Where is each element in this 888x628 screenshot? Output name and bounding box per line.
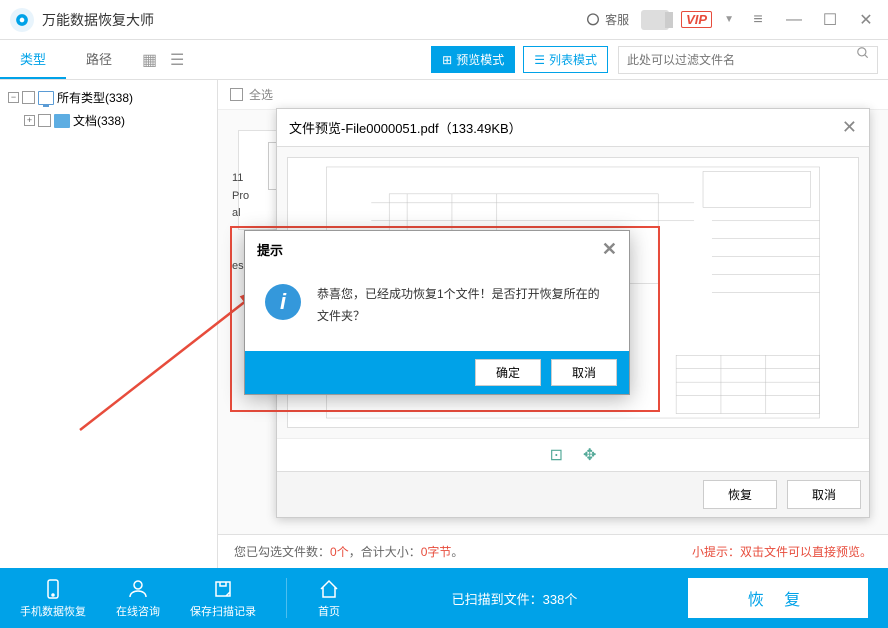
footer: 手机数据恢复 在线咨询 保存扫描记录 首页 已扫描到文件：338个 恢 复 [0, 568, 888, 628]
confirm-cancel-button[interactable]: 取消 [551, 359, 617, 386]
online-consult-button[interactable]: 在线咨询 [116, 577, 160, 619]
menu-button[interactable]: ≡ [746, 8, 770, 32]
list-icon: ☰ [534, 53, 545, 67]
recover-button[interactable]: 恢 复 [688, 578, 868, 618]
save-scan-button[interactable]: 保存扫描记录 [190, 577, 256, 619]
divider [286, 578, 287, 618]
close-button[interactable]: ✕ [854, 8, 878, 32]
app-icon [10, 8, 34, 32]
confirm-footer: 确定 取消 [245, 351, 629, 394]
confirm-title: 提示 [257, 240, 283, 259]
confirm-header: 提示 ✕ [245, 231, 629, 268]
confirm-close-button[interactable]: ✕ [602, 239, 617, 260]
grid-view-icon[interactable]: ▦ [142, 50, 162, 70]
status-text: 您已勾选文件数：0个，合计大小：0字节。 [234, 543, 463, 560]
tab-path[interactable]: 路径 [66, 40, 132, 79]
collapse-icon[interactable]: − [8, 92, 19, 103]
toolbar: 类型 路径 ▦ ☰ ⊞ 预览模式 ☰ 列表模式 [0, 40, 888, 80]
preview-cancel-button[interactable]: 取消 [787, 480, 861, 509]
checkbox[interactable] [38, 114, 51, 127]
folder-icon [54, 114, 70, 128]
vip-badge: VIP [681, 11, 712, 28]
select-all-bar: 全选 [218, 80, 888, 110]
filter-input[interactable] [618, 46, 878, 74]
status-hint: 小提示：双击文件可以直接预览。 [692, 543, 872, 560]
search-icon[interactable] [856, 46, 870, 65]
user-avatar[interactable] [641, 10, 669, 30]
select-all-checkbox[interactable] [230, 88, 243, 101]
select-all-label: 全选 [249, 86, 273, 103]
account-dropdown[interactable]: ▼ [724, 14, 734, 25]
info-icon: i [265, 284, 301, 320]
expand-icon[interactable]: + [24, 115, 35, 126]
zoom-tool-icon[interactable]: ⊡ [550, 445, 563, 465]
phone-recovery-button[interactable]: 手机数据恢复 [20, 577, 86, 619]
confirm-dialog: 提示 ✕ i 恭喜您，已经成功恢复1个文件！是否打开恢复所在的文件夹？ 确定 取… [244, 230, 630, 395]
tree-root[interactable]: − 所有类型(338) [4, 86, 213, 109]
checkbox[interactable] [22, 91, 35, 104]
app-title: 万能数据恢复大师 [42, 10, 585, 30]
confirm-message: 恭喜您，已经成功恢复1个文件！是否打开恢复所在的文件夹？ [317, 284, 609, 327]
grid-icon: ⊞ [442, 53, 452, 67]
preview-mode-button[interactable]: ⊞ 预览模式 [431, 46, 515, 73]
tab-type[interactable]: 类型 [0, 40, 66, 79]
minimize-button[interactable]: — [782, 8, 806, 32]
preview-tools: ⊡ ✥ [277, 438, 869, 471]
confirm-ok-button[interactable]: 确定 [475, 359, 541, 386]
sidebar: − 所有类型(338) + 文档(338) [0, 80, 218, 568]
preview-close-button[interactable]: ✕ [842, 117, 857, 138]
maximize-button[interactable]: ☐ [818, 8, 842, 32]
preview-title: 文件预览-File0000051.pdf（133.49KB） [289, 118, 522, 137]
confirm-body: i 恭喜您，已经成功恢复1个文件！是否打开恢复所在的文件夹？ [245, 268, 629, 351]
status-bar: 您已勾选文件数：0个，合计大小：0字节。 小提示：双击文件可以直接预览。 [218, 534, 888, 568]
monitor-icon [38, 91, 54, 105]
home-button[interactable]: 首页 [317, 577, 341, 619]
fit-tool-icon[interactable]: ✥ [583, 445, 596, 465]
scan-status: 已扫描到文件：338个 [371, 589, 658, 608]
list-view-icon[interactable]: ☰ [170, 50, 190, 70]
list-mode-button[interactable]: ☰ 列表模式 [523, 46, 608, 73]
preview-header: 文件预览-File0000051.pdf（133.49KB） ✕ [277, 109, 869, 147]
customer-service-button[interactable]: 客服 [585, 11, 629, 28]
preview-footer: 恢复 取消 [277, 471, 869, 517]
titlebar: 万能数据恢复大师 客服 VIP ▼ ≡ — ☐ ✕ [0, 0, 888, 40]
preview-restore-button[interactable]: 恢复 [703, 480, 777, 509]
tree-doc[interactable]: + 文档(338) [20, 109, 213, 132]
